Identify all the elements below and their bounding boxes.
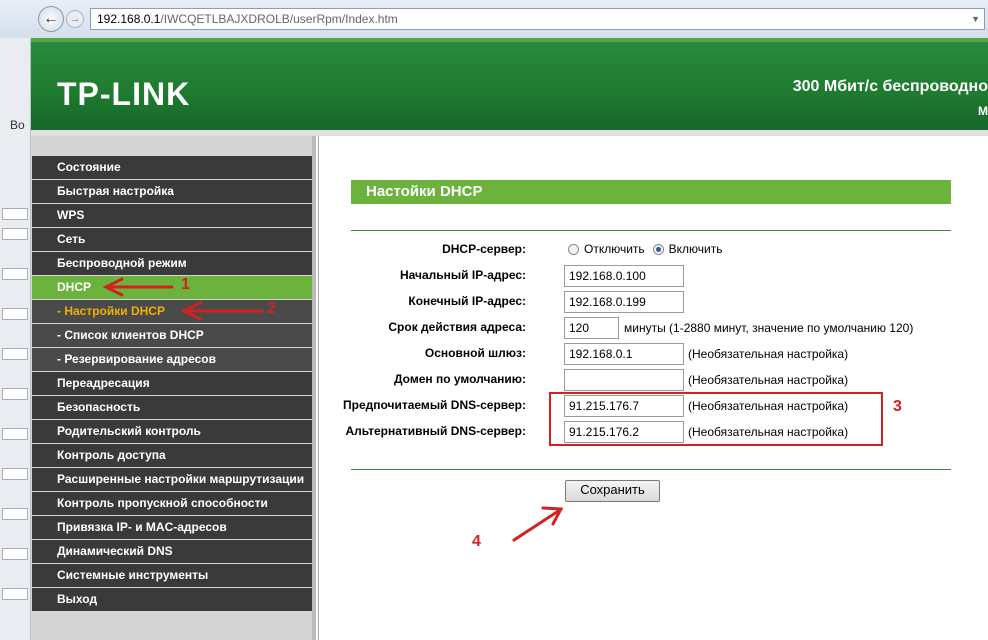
- end-ip-label: Конечный IP-адрес:: [408, 294, 526, 308]
- end-ip-row: Конечный IP-адрес:: [351, 291, 951, 313]
- sidebar-item-parental-control[interactable]: Родительский контроль: [32, 420, 312, 443]
- gateway-input[interactable]: [564, 343, 684, 365]
- browser-toolbar: ← → 192.168.0.1/IWCQETLBAJXDROLB/userRpm…: [0, 0, 988, 39]
- sidebar-item-security[interactable]: Безопасность: [32, 396, 312, 419]
- domain-note: (Необязательная настройка): [688, 373, 849, 387]
- sidebar-item-advanced-routing[interactable]: Расширенные настройки маршрутизации: [32, 468, 312, 491]
- background-block: [2, 588, 28, 600]
- background-block: [2, 508, 28, 520]
- radio-disable[interactable]: [568, 243, 579, 255]
- background-block: [2, 348, 28, 360]
- sidebar-item-dynamic-dns[interactable]: Динамический DNS: [32, 540, 312, 563]
- sidebar-item-bandwidth-control[interactable]: Контроль пропускной способности: [32, 492, 312, 515]
- sidebar-item-dhcp-clients[interactable]: - Список клиентов DHCP: [32, 324, 312, 347]
- domain-label: Домен по умолчанию:: [393, 372, 526, 386]
- sidebar-item-access-control[interactable]: Контроль доступа: [32, 444, 312, 467]
- background-block: [2, 208, 28, 220]
- dns2-label: Альтернативный DNS-сервер:: [345, 424, 526, 438]
- back-arrow-icon[interactable]: ←: [38, 6, 64, 32]
- background-block: [2, 388, 28, 400]
- background-window-text: Во: [10, 118, 25, 132]
- annotation-number-2: 2: [267, 300, 276, 317]
- main-content: Настойки DHCP DHCP-сервер: Отключить Вкл…: [318, 136, 988, 640]
- start-ip-label: Начальный IP-адрес:: [399, 268, 526, 282]
- sidebar-item-wireless[interactable]: Беспроводной режим: [32, 252, 312, 275]
- save-button[interactable]: Сохранить: [565, 480, 660, 502]
- background-block: [2, 548, 28, 560]
- sidebar-item-logout[interactable]: Выход: [32, 588, 312, 611]
- tp-link-logo: TP-LINK: [57, 76, 191, 112]
- annotation-number-1: 1: [181, 276, 190, 293]
- background-block: [2, 428, 28, 440]
- sidebar: Состояние Быстрая настройка WPS Сеть Бес…: [31, 136, 316, 640]
- background-window-strip: Во: [0, 38, 31, 640]
- white-patch: [423, 520, 459, 568]
- lease-time-input[interactable]: [564, 317, 619, 339]
- sidebar-item-ip-mac-binding[interactable]: Привязка IP- и MAC-адресов: [32, 516, 312, 539]
- background-block: [2, 468, 28, 480]
- lease-time-note: минуты (1-2880 минут, значение по умолча…: [624, 321, 914, 335]
- gateway-note: (Необязательная настройка): [688, 347, 849, 361]
- start-ip-row: Начальный IP-адрес:: [351, 265, 951, 287]
- background-block: [2, 228, 28, 240]
- sidebar-menu: Состояние Быстрая настройка WPS Сеть Бес…: [32, 156, 312, 612]
- gateway-row: Основной шлюз: (Необязательная настройка…: [351, 343, 951, 365]
- dns1-label: Предпочитаемый DNS-сервер:: [343, 398, 526, 412]
- domain-row: Домен по умолчанию: (Необязательная наст…: [351, 369, 951, 391]
- domain-input[interactable]: [564, 369, 684, 391]
- annotation-number-4: 4: [472, 533, 481, 550]
- address-bar[interactable]: 192.168.0.1/IWCQETLBAJXDROLB/userRpm/Ind…: [90, 8, 985, 30]
- radio-disable-label: Отключить: [584, 242, 645, 256]
- end-ip-input[interactable]: [564, 291, 684, 313]
- start-ip-input[interactable]: [564, 265, 684, 287]
- lease-time-label: Срок действия адреса:: [388, 320, 526, 334]
- sidebar-item-status[interactable]: Состояние: [32, 156, 312, 179]
- radio-enable[interactable]: [652, 243, 664, 255]
- dhcp-server-radio-group: Отключить Включить: [568, 242, 723, 256]
- background-block: [2, 308, 28, 320]
- lease-time-row: Срок действия адреса: минуты (1-2880 мин…: [351, 317, 951, 339]
- sidebar-item-system-tools[interactable]: Системные инструменты: [32, 564, 312, 587]
- sidebar-item-network[interactable]: Сеть: [32, 228, 312, 251]
- background-block: [2, 268, 28, 280]
- header-subtitle: М: [978, 104, 988, 118]
- header-title: 300 Мбит/с беспроводно: [792, 78, 988, 95]
- radio-enable-label: Включить: [668, 242, 723, 256]
- dhcp-server-row: DHCP-сервер: Отключить Включить: [351, 239, 951, 261]
- url-host: 192.168.0.1: [97, 12, 161, 26]
- page-title: Настойки DHCP: [351, 180, 951, 204]
- dhcp-server-label: DHCP-сервер:: [442, 242, 526, 256]
- sidebar-item-forwarding[interactable]: Переадресация: [32, 372, 312, 395]
- annotation-number-3: 3: [893, 398, 902, 415]
- forward-arrow-icon[interactable]: →: [66, 10, 84, 28]
- dns-highlight-box: [549, 392, 883, 446]
- gateway-label: Основной шлюз:: [424, 346, 526, 360]
- address-dropdown-icon[interactable]: ▼: [971, 9, 980, 29]
- url-path: /IWCQETLBAJXDROLB/userRpm/Index.htm: [160, 12, 398, 26]
- router-header: TP-LINK 300 Мбит/с беспроводно М: [31, 38, 988, 130]
- sidebar-item-dhcp[interactable]: DHCP: [32, 276, 312, 299]
- sidebar-item-wps[interactable]: WPS: [32, 204, 312, 227]
- divider: [351, 230, 951, 231]
- divider: [351, 469, 951, 470]
- sidebar-item-quick-setup[interactable]: Быстрая настройка: [32, 180, 312, 203]
- sidebar-item-address-reservation[interactable]: - Резервирование адресов: [32, 348, 312, 371]
